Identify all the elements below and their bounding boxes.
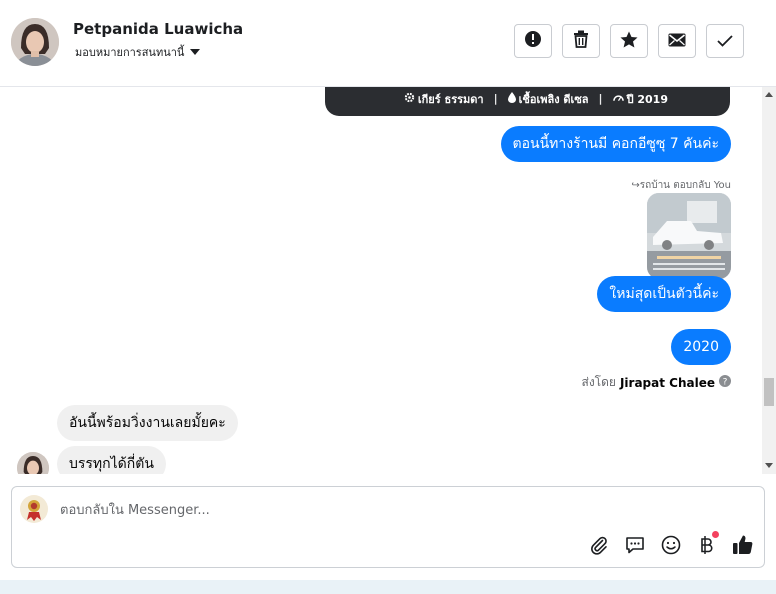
spec-separator: |: [493, 92, 498, 105]
outgoing-message[interactable]: ตอนนี้ทางร้านมี คอกอีซูซุ 7 คันค่ะ: [500, 126, 731, 162]
sent-by-info: ส่งโดย Jirapat Chalee ?: [581, 373, 731, 392]
notification-dot: [712, 531, 719, 538]
contact-name[interactable]: Petpanida Luawicha: [73, 20, 243, 38]
paperclip-icon[interactable]: [587, 533, 611, 557]
spec-separator: |: [598, 92, 603, 105]
reply-context-label: รถบ้าน ตอบกลับ You: [639, 180, 731, 191]
envelope-icon: [668, 32, 686, 51]
scrollbar-thumb[interactable]: [764, 378, 774, 406]
mark-unread-button[interactable]: [658, 24, 696, 58]
contact-avatar-small: [17, 452, 49, 474]
report-button[interactable]: [514, 24, 552, 58]
star-icon: [620, 31, 638, 52]
message-input[interactable]: [60, 499, 580, 521]
page-footer-band: [0, 580, 776, 594]
conversation-header: Petpanida Luawicha มอบหมายการสนทนานี้: [0, 0, 776, 87]
emoji-icon[interactable]: [659, 533, 683, 557]
outgoing-message[interactable]: 2020: [671, 329, 731, 365]
incoming-message[interactable]: อันนี้พร้อมวิ่งงานเลยมั้ยคะ: [57, 405, 238, 441]
vehicle-listing-card[interactable]: เกียร์ ธรรมดา | เชื้อเพลิง ดีเซล | ปี 20…: [325, 87, 730, 116]
scroll-down-arrow-icon[interactable]: [765, 463, 773, 468]
fuel-drop-icon: [507, 91, 516, 106]
gear-spec: เกียร์ ธรรมดา: [404, 90, 484, 108]
replied-image-thumbnail[interactable]: [647, 193, 731, 279]
mark-done-button[interactable]: [706, 24, 744, 58]
gear-icon: [404, 92, 415, 106]
fuel-spec: เชื้อเพลิง ดีเซล: [507, 90, 589, 108]
year-label: ปี 2019: [626, 92, 668, 106]
caret-down-icon: [190, 46, 201, 59]
sent-by-prefix: ส่งโดย: [581, 375, 616, 389]
sent-by-name: Jirapat Chalee: [619, 375, 715, 390]
speedometer-icon: [612, 92, 624, 105]
reply-arrow-icon: ↪: [631, 180, 640, 191]
checkmark-icon: [717, 32, 733, 51]
svg-text:?: ?: [723, 378, 728, 388]
assign-conversation-dropdown[interactable]: มอบหมายการสนทนานี้: [75, 43, 201, 61]
reply-composer: [11, 486, 765, 568]
page-avatar: [20, 495, 48, 523]
like-thumb-icon[interactable]: [731, 533, 755, 557]
gear-label: เกียร์ ธรรมดา: [417, 92, 484, 106]
outgoing-message[interactable]: ใหม่สุดเป็นตัวนี้ค่ะ: [597, 276, 731, 312]
assign-label: มอบหมายการสนทนานี้: [75, 46, 185, 59]
reply-context: ↪รถบ้าน ตอบกลับ You: [631, 178, 731, 193]
trash-icon: [573, 30, 589, 52]
message-thread: เกียร์ ธรรมดา | เชื้อเพลิง ดีเซล | ปี 20…: [0, 87, 762, 474]
alert-circle-icon: [524, 30, 542, 52]
incoming-message[interactable]: บรรทุกได้กี่ตัน: [57, 446, 166, 474]
saved-reply-icon[interactable]: [623, 533, 647, 557]
star-button[interactable]: [610, 24, 648, 58]
scroll-up-arrow-icon[interactable]: [765, 92, 773, 97]
help-circle-icon[interactable]: ?: [719, 375, 731, 390]
delete-button[interactable]: [562, 24, 600, 58]
fuel-label: เชื้อเพลิง ดีเซล: [518, 92, 589, 106]
contact-avatar[interactable]: [11, 18, 59, 66]
year-spec: ปี 2019: [612, 90, 668, 108]
thread-scrollbar[interactable]: [762, 87, 776, 474]
